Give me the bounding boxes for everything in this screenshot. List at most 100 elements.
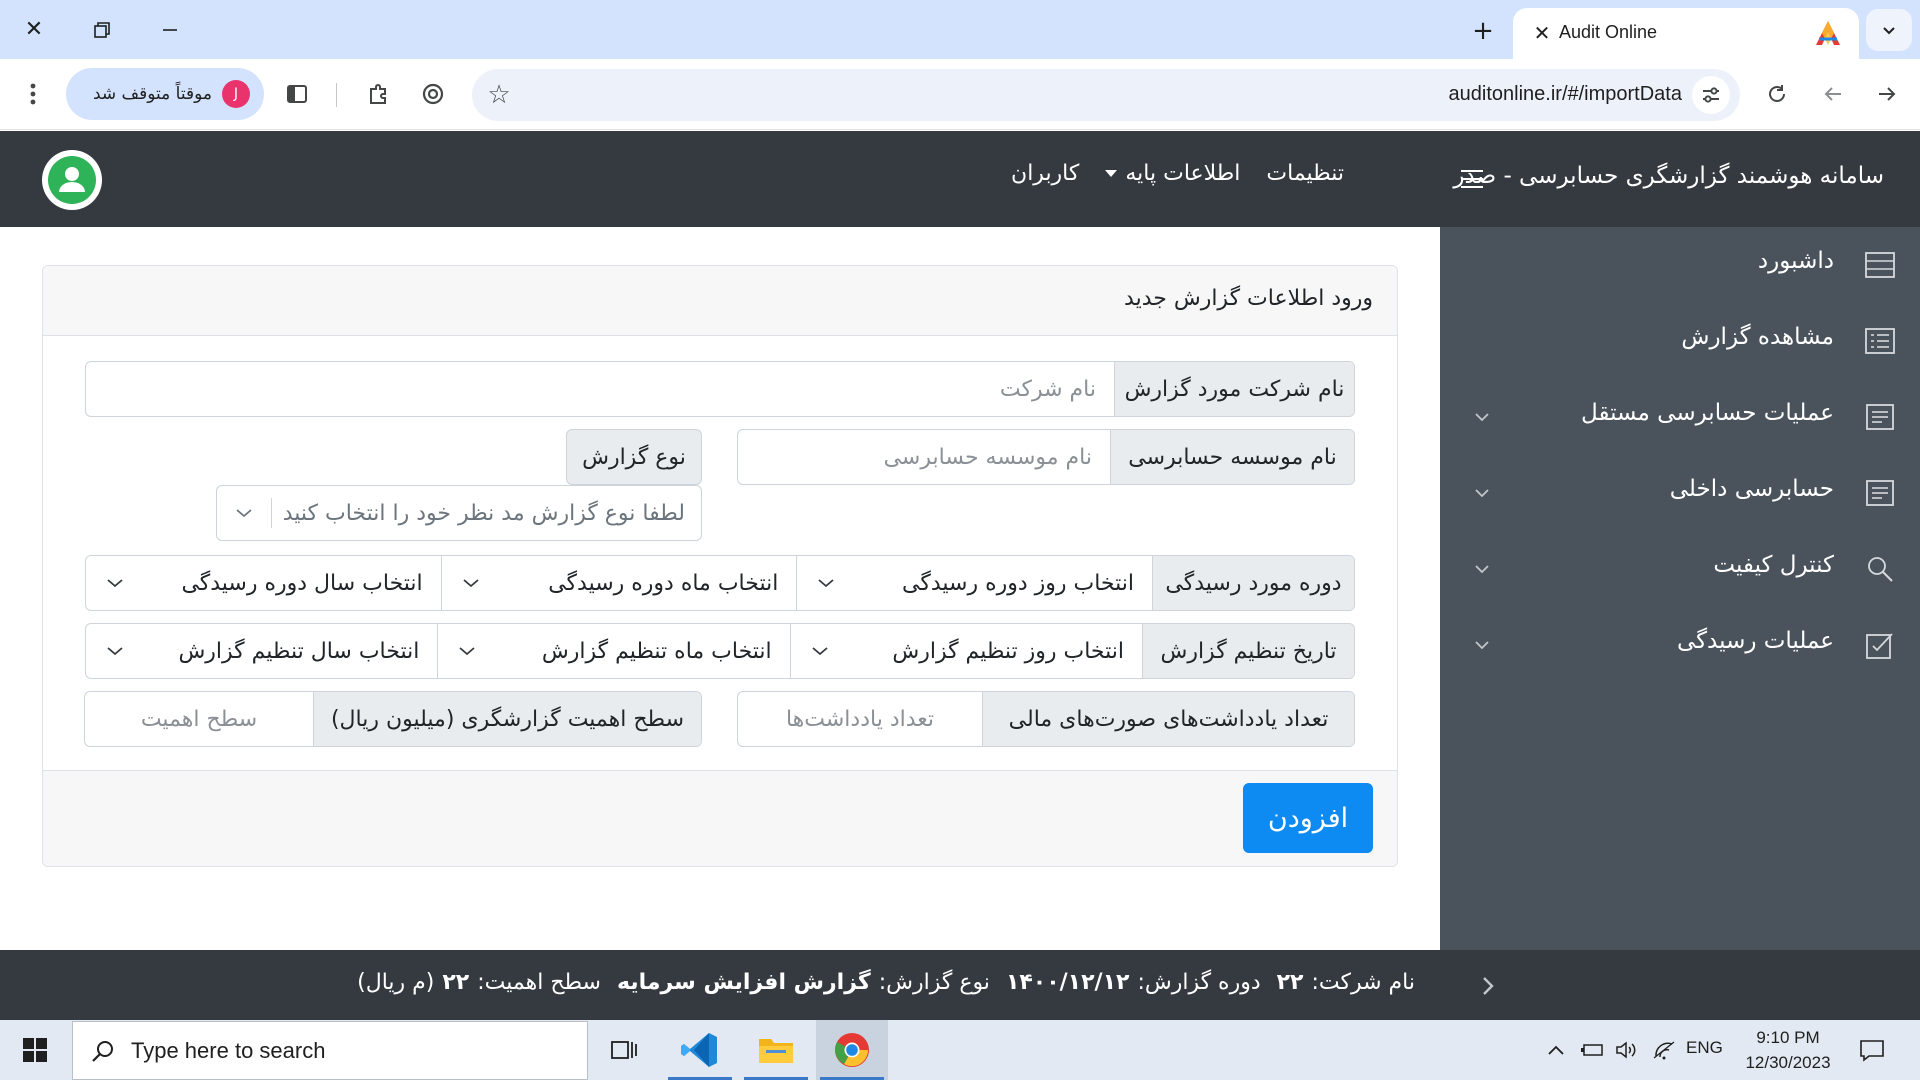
chevron-down-icon[interactable]	[217, 485, 271, 541]
file-explorer-icon[interactable]	[740, 1020, 812, 1080]
report-date-year-select[interactable]: انتخاب سال تنظیم گزارش	[86, 624, 437, 678]
status-materiality-unit: (م ریال)	[357, 970, 435, 995]
review-period-day-select[interactable]: انتخاب روز دوره رسیدگی	[796, 556, 1152, 610]
status-type-label: نوع گزارش:	[878, 970, 990, 995]
taskbar-search-box[interactable]: Type here to search	[72, 1021, 588, 1080]
address-url[interactable]: auditonline.ir/#/importData	[1449, 83, 1682, 106]
company-name-label: نام شرکت مورد گزارش	[1114, 362, 1354, 416]
taskbar-clock[interactable]: 9:10 PM 12/30/2023	[1728, 1025, 1848, 1075]
chevron-right-icon[interactable]	[1474, 972, 1502, 1000]
forward-arrow-icon[interactable]	[1866, 73, 1908, 115]
vscode-app-icon[interactable]	[664, 1020, 736, 1080]
card-footer: افزودن	[43, 770, 1397, 866]
window-minimize-icon[interactable]	[136, 0, 204, 59]
profile-paused-button[interactable]: J موقتاً متوقف شد	[66, 68, 264, 120]
tab-close-icon[interactable]: ✕	[1529, 20, 1555, 46]
chevron-down-icon[interactable]	[1470, 405, 1494, 429]
review-period-group: دوره مورد رسیدگی انتخاب روز دوره رسیدگی …	[85, 555, 1355, 611]
new-tab-button[interactable]: +	[1466, 14, 1500, 48]
sidebar-item-internal-audit[interactable]: حسابرسی داخلی	[1440, 455, 1920, 531]
audit-firm-group: نام موسسه حسابرسی نام موسسه حسابرسی	[737, 429, 1355, 485]
windows-start-icon[interactable]	[0, 1020, 70, 1080]
report-date-month-value: انتخاب ماه تنظیم گزارش	[541, 638, 772, 664]
toolbar-separator	[336, 83, 337, 107]
sidebar-item-label: مشاهده گزارش	[1681, 324, 1834, 350]
extension-lens-icon[interactable]	[412, 73, 454, 115]
nav-link-settings[interactable]: تنظیمات	[1266, 161, 1344, 186]
tab-search-button[interactable]	[1866, 9, 1912, 51]
window-close-icon[interactable]: ✕	[0, 0, 68, 59]
sidebar-item-quality-control[interactable]: کنترل کیفیت	[1440, 531, 1920, 607]
chevron-down-icon	[809, 640, 831, 662]
status-period-label: دوره گزارش:	[1137, 970, 1261, 995]
status-materiality-value: ۲۲	[442, 970, 470, 995]
review-period-month-select[interactable]: انتخاب ماه دوره رسیدگی	[440, 556, 797, 610]
input-language[interactable]: ENG	[1686, 1038, 1723, 1058]
chevron-down-icon[interactable]	[1470, 557, 1494, 581]
site-settings-icon[interactable]	[1692, 76, 1730, 114]
notes-count-label: تعداد یادداشت‌های صورت‌های مالی	[982, 692, 1354, 746]
review-period-year-select[interactable]: انتخاب سال دوره رسیدگی	[86, 556, 441, 610]
sidebar-toggle-icon[interactable]	[1454, 161, 1490, 197]
audit-firm-input[interactable]: نام موسسه حسابرسی	[738, 430, 1110, 484]
sidebar-item-view-report[interactable]: مشاهده گزارش	[1440, 303, 1920, 379]
chevron-down-icon	[460, 572, 482, 594]
materiality-label: سطح اهمیت گزارشگری (میلیون ریال)	[313, 692, 701, 746]
report-date-month-select[interactable]: انتخاب ماه تنظیم گزارش	[437, 624, 789, 678]
navbar-links: تنظیمات اطلاعات پایه کاربران	[1011, 161, 1344, 186]
task-view-icon[interactable]	[588, 1020, 660, 1080]
back-arrow-icon[interactable]	[1812, 73, 1854, 115]
tray-overflow-icon[interactable]	[1542, 1020, 1570, 1080]
review-period-month-value: انتخاب ماه دوره رسیدگی	[548, 570, 779, 596]
profile-avatar: J	[222, 80, 250, 108]
app-brand-title[interactable]: سامانه هوشمند گزارشگری حسابرسی - صدر	[1453, 163, 1884, 189]
notes-count-input[interactable]: تعداد یادداشت‌ها	[738, 692, 982, 746]
sidebar-item-label: کنترل کیفیت	[1713, 552, 1834, 578]
browser-tab-strip: ✕ + ✕ Audit Online	[0, 0, 1920, 59]
report-status-line: نام شرکت: ۲۲ دوره گزارش: ۱۴۰۰/۱۲/۱۲ نوع …	[357, 970, 1415, 995]
review-period-year-value: انتخاب سال دوره رسیدگی	[181, 570, 423, 596]
wifi-icon[interactable]	[1648, 1020, 1680, 1080]
materiality-group: سطح اهمیت گزارشگری (میلیون ریال) سطح اهم…	[84, 691, 702, 747]
browser-tab-audit-online[interactable]: ✕ Audit Online	[1513, 8, 1859, 59]
audit-firm-label: نام موسسه حسابرسی	[1110, 430, 1354, 484]
windows-taskbar: Type here to search ENG 9:10 PM 12/30/20…	[0, 1020, 1920, 1080]
nav-link-users[interactable]: کاربران	[1011, 161, 1079, 186]
window-restore-icon[interactable]	[68, 0, 136, 59]
company-name-input[interactable]: نام شرکت	[86, 362, 1114, 416]
chrome-app-icon[interactable]	[816, 1020, 888, 1080]
chevron-down-icon[interactable]	[1470, 481, 1494, 505]
sidebar-item-dashboard[interactable]: داشبورد	[1440, 227, 1920, 303]
address-bar[interactable]: ☆ auditonline.ir/#/importData	[472, 69, 1740, 121]
side-panel-icon[interactable]	[276, 73, 318, 115]
battery-icon[interactable]	[1578, 1020, 1608, 1080]
sidebar-item-independent-audit[interactable]: عملیات حسابرسی مستقل	[1440, 379, 1920, 455]
report-date-group: تاریخ تنظیم گزارش انتخاب روز تنظیم گزارش…	[85, 623, 1355, 679]
site-favicon-icon	[1816, 21, 1840, 45]
new-report-card: ورود اطلاعات گزارش جدید نام شرکت مورد گز…	[42, 265, 1398, 867]
browser-menu-icon[interactable]	[12, 73, 54, 115]
extensions-icon[interactable]	[358, 73, 400, 115]
reload-icon[interactable]	[1756, 73, 1798, 115]
add-button[interactable]: افزودن	[1243, 783, 1373, 853]
chevron-down-icon[interactable]	[1470, 633, 1494, 657]
volume-icon[interactable]	[1612, 1020, 1642, 1080]
report-date-day-select[interactable]: انتخاب روز تنظیم گزارش	[789, 624, 1142, 678]
bookmark-star-icon[interactable]: ☆	[482, 78, 516, 112]
notification-icon[interactable]	[1852, 1020, 1892, 1080]
app-navbar: سامانه هوشمند گزارشگری حسابرسی - صدر تنظ…	[0, 131, 1920, 227]
profile-status-label: موقتاً متوقف شد	[92, 84, 212, 104]
nav-link-base-info[interactable]: اطلاعات پایه	[1105, 161, 1240, 186]
user-avatar-icon[interactable]	[42, 150, 102, 210]
sidebar-item-label: داشبورد	[1757, 248, 1834, 274]
card-title: ورود اطلاعات گزارش جدید	[1124, 286, 1373, 311]
report-type-select[interactable]: لطفا نوع گزارش مد نظر خود را انتخاب کنید	[216, 485, 702, 541]
sidebar-item-review-operations[interactable]: عملیات رسیدگی	[1440, 607, 1920, 683]
review-period-day-value: انتخاب روز دوره رسیدگی	[902, 570, 1134, 596]
chevron-down-icon	[104, 640, 126, 662]
materiality-input[interactable]: سطح اهمیت	[85, 692, 313, 746]
list-icon	[1864, 249, 1896, 281]
report-type-label: نوع گزارش	[566, 429, 702, 485]
search-icon	[1864, 553, 1896, 585]
chevron-down-icon	[815, 572, 837, 594]
